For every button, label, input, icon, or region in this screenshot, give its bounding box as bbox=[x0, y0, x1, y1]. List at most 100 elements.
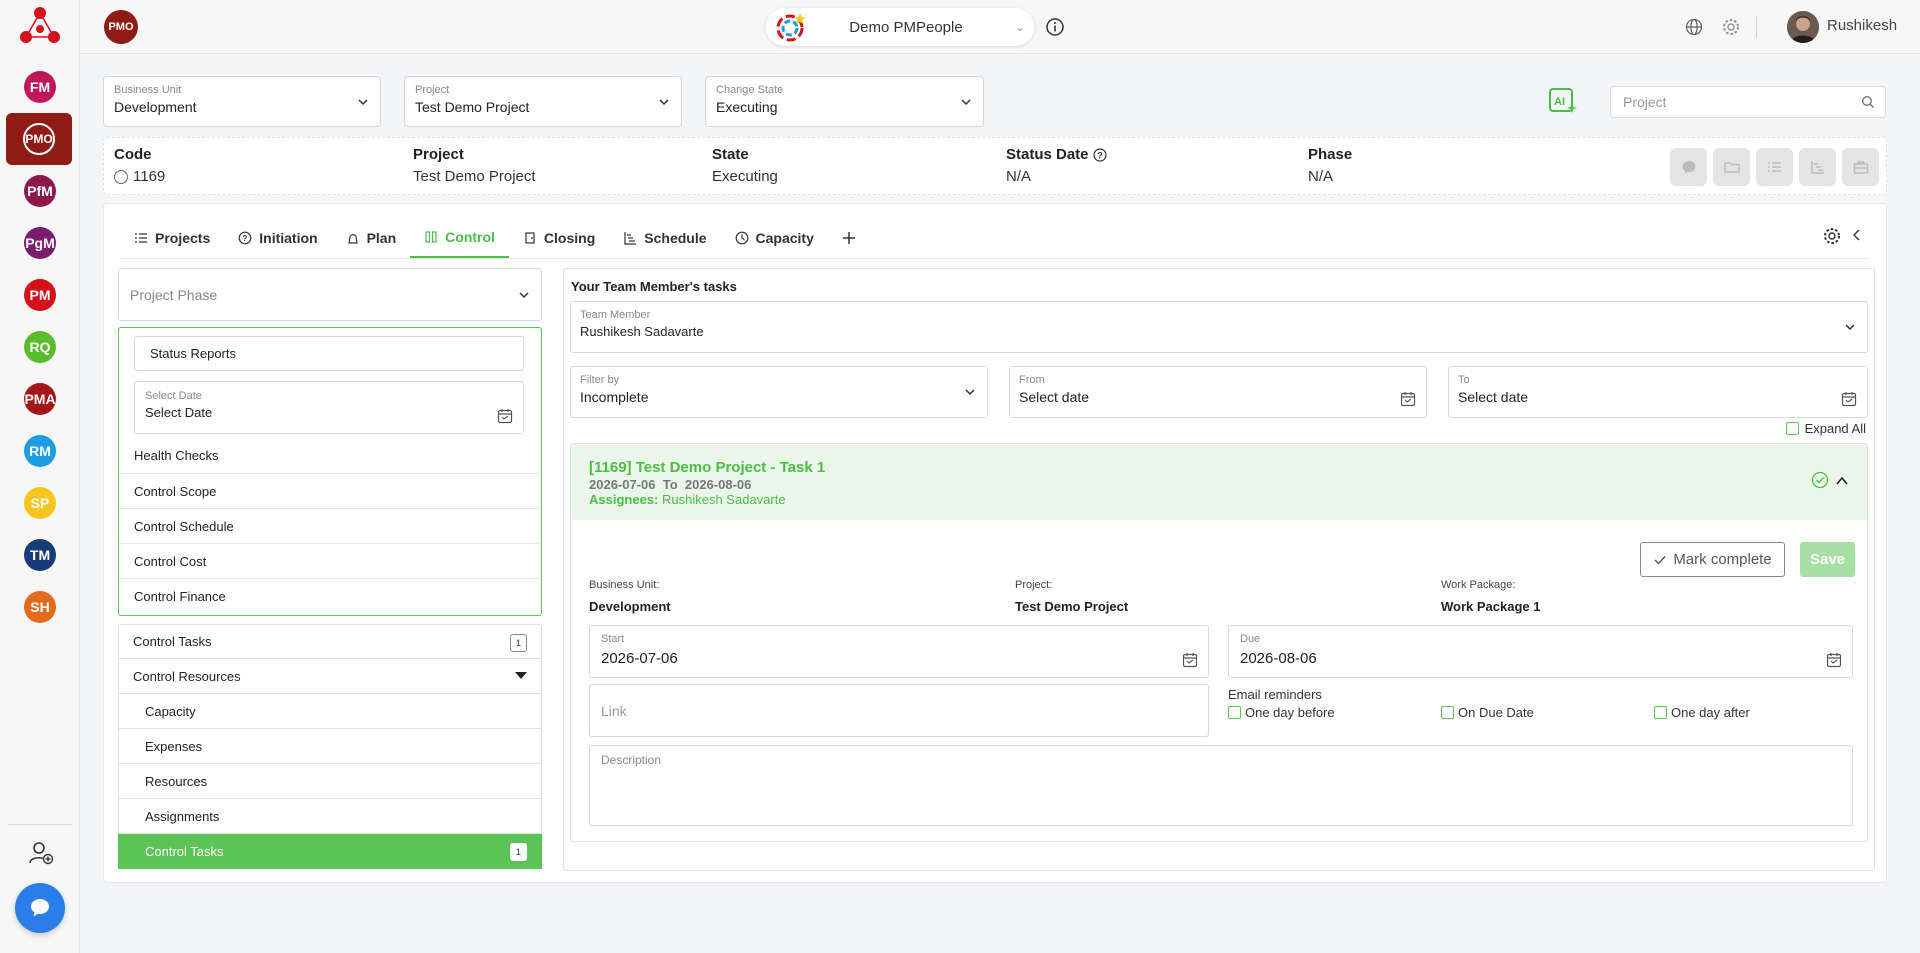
sidebar-item-control-schedule[interactable]: Control Schedule bbox=[119, 508, 540, 543]
rail-item-rq[interactable]: RQ bbox=[0, 321, 80, 373]
tab-closing[interactable]: Closing bbox=[509, 218, 609, 258]
tab-plan[interactable]: Plan bbox=[332, 218, 411, 258]
task-header[interactable]: [1169] Test Demo Project - Task 1 2026-0… bbox=[571, 444, 1867, 520]
description-textarea[interactable]: Description bbox=[589, 745, 1853, 826]
list-button[interactable] bbox=[1756, 148, 1793, 186]
reminder-one-day-after[interactable]: One day after bbox=[1654, 705, 1750, 720]
project-phase-select[interactable]: Project Phase bbox=[118, 268, 542, 321]
change-state-label: Change State bbox=[716, 84, 784, 96]
code-radio[interactable] bbox=[114, 169, 128, 184]
add-user-icon[interactable] bbox=[28, 840, 54, 866]
sidebar-item-control-cost[interactable]: Control Cost bbox=[119, 543, 540, 578]
gantt-button[interactable] bbox=[1799, 148, 1836, 186]
tab-schedule[interactable]: Schedule bbox=[609, 218, 720, 258]
reminder-checkbox[interactable] bbox=[1654, 706, 1667, 719]
link-input[interactable]: Link bbox=[589, 684, 1209, 737]
reminder-checkbox[interactable] bbox=[1228, 706, 1241, 719]
calendar-icon[interactable] bbox=[1841, 391, 1857, 407]
sidebar-item-expenses[interactable]: Expenses bbox=[118, 729, 542, 764]
start-date-field[interactable]: Start 2026-07-06 bbox=[589, 625, 1209, 678]
globe-icon[interactable] bbox=[1684, 17, 1704, 37]
rail-item-tm[interactable]: TM bbox=[0, 529, 80, 581]
app-logo-icon[interactable] bbox=[18, 5, 62, 45]
expand-all-checkbox[interactable] bbox=[1785, 422, 1799, 435]
svg-text:?: ? bbox=[1097, 150, 1103, 160]
change-state-select[interactable]: Change State Executing bbox=[705, 76, 984, 127]
tab-projects[interactable]: Projects bbox=[120, 218, 224, 258]
due-date-field[interactable]: Due 2026-08-06 bbox=[1228, 625, 1853, 678]
calendar-icon[interactable] bbox=[1400, 391, 1416, 407]
comments-button[interactable] bbox=[1670, 148, 1707, 186]
folder-button[interactable] bbox=[1713, 148, 1750, 186]
from-date-field[interactable]: From Select date bbox=[1009, 366, 1427, 418]
sidebar-item-health-checks[interactable]: Health Checks bbox=[119, 438, 540, 473]
team-member-select[interactable]: Team Member Rushikesh Sadavarte bbox=[570, 301, 1868, 353]
sidebar-item-control-resources[interactable]: Control Resources bbox=[118, 659, 542, 694]
sidebar-item-capacity[interactable]: Capacity bbox=[118, 694, 542, 729]
due-value: 2026-08-06 bbox=[1240, 650, 1317, 667]
save-button[interactable]: Save bbox=[1800, 542, 1855, 577]
sidebar-item-control-tasks[interactable]: Control Tasks 1 bbox=[118, 624, 542, 659]
filter-by-select[interactable]: Filter by Incomplete bbox=[570, 366, 988, 418]
organization-select[interactable]: Demo PMPeople ⌄ bbox=[766, 8, 1034, 46]
check-circle-icon[interactable] bbox=[1811, 471, 1829, 489]
add-tab-button[interactable] bbox=[828, 218, 870, 258]
count-badge: 1 bbox=[510, 843, 527, 861]
tabs-divider bbox=[120, 258, 1870, 259]
rail-item-pma[interactable]: PMA bbox=[0, 373, 80, 425]
settings-gear-icon[interactable] bbox=[1721, 17, 1741, 37]
rail-item-pgm[interactable]: PgM bbox=[0, 217, 80, 269]
tab-initiation[interactable]: ? Initiation bbox=[224, 218, 331, 258]
calendar-icon[interactable] bbox=[1826, 652, 1842, 668]
chevron-left-icon[interactable] bbox=[1850, 228, 1864, 242]
sidebar-item-resources[interactable]: Resources bbox=[118, 764, 542, 799]
project-select[interactable]: Project Test Demo Project bbox=[404, 76, 682, 127]
business-unit-select[interactable]: Business Unit Development bbox=[103, 76, 381, 127]
select-date-field[interactable]: Select Date Select Date bbox=[134, 381, 524, 434]
module-badge[interactable]: PMO bbox=[104, 10, 138, 44]
calendar-icon[interactable] bbox=[1182, 652, 1198, 668]
ai-assistant-icon[interactable]: AI bbox=[1548, 86, 1578, 116]
select-date-value: Select Date bbox=[145, 405, 213, 420]
tab-control[interactable]: Control bbox=[410, 218, 509, 258]
gantt-icon bbox=[1810, 161, 1824, 174]
user-name[interactable]: Rushikesh bbox=[1827, 17, 1897, 34]
check-icon bbox=[1654, 555, 1666, 565]
email-reminders-label: Email reminders bbox=[1228, 687, 1322, 702]
meta-value: Development bbox=[589, 599, 671, 614]
chevron-up-icon[interactable] bbox=[1835, 474, 1849, 488]
rail-item-pm[interactable]: PM bbox=[0, 269, 80, 321]
briefcase-button[interactable] bbox=[1842, 148, 1879, 186]
meta-label: Business Unit: bbox=[589, 579, 660, 591]
sidebar-item-control-scope[interactable]: Control Scope bbox=[119, 473, 540, 508]
reminder-label: One day before bbox=[1245, 705, 1335, 720]
rail-item-sp[interactable]: SP bbox=[0, 477, 80, 529]
project-search-input[interactable]: Project bbox=[1610, 86, 1886, 118]
reminder-checkbox[interactable] bbox=[1441, 706, 1454, 719]
mark-complete-button[interactable]: Mark complete bbox=[1640, 542, 1785, 577]
to-date-field[interactable]: To Select date bbox=[1448, 366, 1868, 418]
tab-capacity[interactable]: Capacity bbox=[721, 218, 828, 258]
count-badge: 1 bbox=[510, 634, 527, 652]
reminder-on-due-date[interactable]: On Due Date bbox=[1441, 705, 1534, 720]
sidebar-item-control-tasks-selected[interactable]: Control Tasks 1 bbox=[118, 834, 542, 869]
rail-item-fm[interactable]: FM bbox=[0, 61, 80, 113]
rail-item-pmo[interactable]: PMO bbox=[6, 113, 72, 165]
sidebar-item-assignments[interactable]: Assignments bbox=[118, 799, 542, 834]
rail-item-rm[interactable]: RM bbox=[0, 425, 80, 477]
reminder-one-day-before[interactable]: One day before bbox=[1228, 705, 1335, 720]
meta-label: Project: bbox=[1015, 579, 1053, 591]
tab-settings-gear-icon[interactable] bbox=[1822, 226, 1842, 246]
rail-item-sh[interactable]: SH bbox=[0, 581, 80, 633]
sidebar-item-control-finance[interactable]: Control Finance bbox=[119, 578, 540, 613]
user-avatar[interactable] bbox=[1787, 11, 1819, 43]
business-unit-meta: Business Unit: Development bbox=[589, 579, 671, 614]
expand-all-toggle[interactable]: Expand All bbox=[1785, 421, 1866, 436]
rail-item-pfm[interactable]: PfM bbox=[0, 165, 80, 217]
status-reports-item[interactable]: Status Reports bbox=[134, 336, 524, 371]
help-icon[interactable]: ? bbox=[1092, 147, 1107, 162]
chat-button[interactable] bbox=[15, 883, 65, 933]
calendar-icon[interactable] bbox=[497, 408, 513, 424]
info-icon[interactable] bbox=[1045, 17, 1065, 37]
search-placeholder: Project bbox=[1623, 94, 1667, 110]
